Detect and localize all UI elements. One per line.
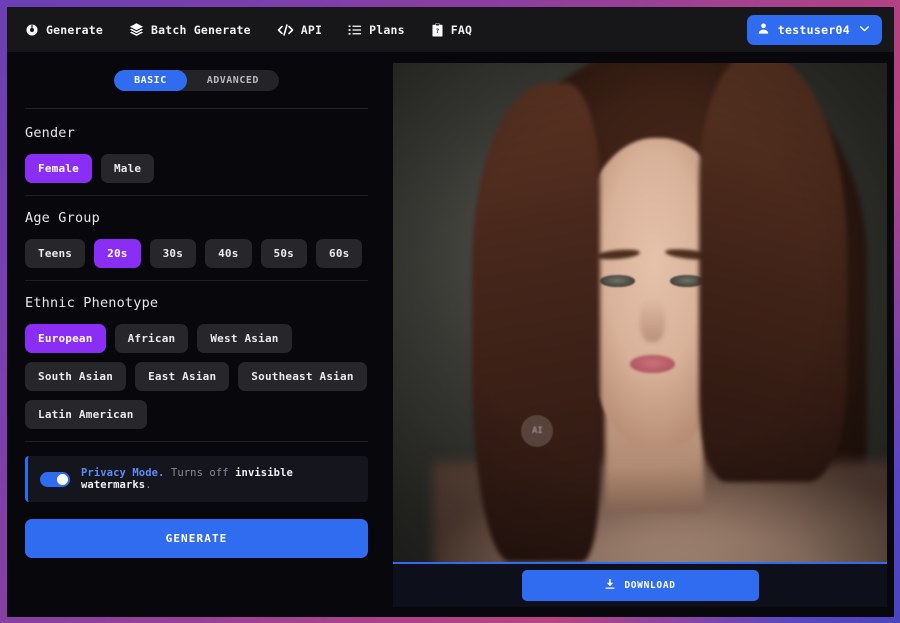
privacy-mode-text-end: . xyxy=(145,479,152,491)
nav-item-generate[interactable]: Generate xyxy=(25,23,103,37)
app-window: Generate Batch Generate API Plans ? FAQ … xyxy=(7,7,894,617)
section-ethnic-phenotype-title: Ethnic Phenotype xyxy=(25,295,159,311)
nav-item-batch-generate-label: Batch Generate xyxy=(151,22,251,37)
app-window-frame: Generate Batch Generate API Plans ? FAQ … xyxy=(0,0,900,623)
user-menu-username: testuser04 xyxy=(777,22,850,37)
section-age-group: Age Group Teens 20s 30s 40s 50s 60s xyxy=(25,210,368,268)
portrait-photo xyxy=(393,63,887,562)
controls-panel: BASIC ADVANCED Gender Female Male Age Gr… xyxy=(7,52,386,617)
nav-item-faq[interactable]: ? FAQ xyxy=(431,22,473,37)
nav-item-generate-label: Generate xyxy=(46,22,103,37)
section-gender-title: Gender xyxy=(25,125,75,141)
mode-tab-group: BASIC ADVANCED xyxy=(114,70,279,91)
code-icon xyxy=(277,23,294,37)
user-menu-button[interactable]: testuser04 xyxy=(746,14,882,45)
user-icon xyxy=(757,22,770,38)
ethnicity-option-east-asian[interactable]: East Asian xyxy=(135,362,230,391)
svg-text:?: ? xyxy=(435,27,439,35)
nav-item-plans-label: Plans xyxy=(369,22,405,37)
preview-card: AI DOWNLOAD xyxy=(393,63,887,607)
privacy-mode-text-muted: Turns off xyxy=(164,467,236,479)
section-age-group-title: Age Group xyxy=(25,210,100,226)
nav-item-faq-label: FAQ xyxy=(450,22,473,37)
age-option-50s[interactable]: 50s xyxy=(260,239,307,268)
section-gender: Gender Female Male xyxy=(25,125,368,183)
mode-tab-bar: BASIC ADVANCED xyxy=(25,70,368,91)
age-option-60s[interactable]: 60s xyxy=(316,239,363,268)
tab-advanced[interactable]: ADVANCED xyxy=(187,70,279,91)
download-bar: DOWNLOAD xyxy=(393,564,887,607)
privacy-mode-banner: Privacy Mode. Turns off invisible waterm… xyxy=(25,456,368,502)
portrait-vignette xyxy=(393,63,887,562)
download-icon xyxy=(604,578,616,593)
preview-panel: AI DOWNLOAD xyxy=(386,52,894,617)
privacy-mode-description: Privacy Mode. Turns off invisible waterm… xyxy=(81,467,356,491)
nav-item-list: Generate Batch Generate API Plans ? FAQ xyxy=(25,22,747,37)
age-option-30s[interactable]: 30s xyxy=(149,239,197,268)
ethnicity-option-european[interactable]: European xyxy=(25,324,106,353)
generated-image[interactable]: AI xyxy=(393,63,887,564)
nav-item-plans[interactable]: Plans xyxy=(348,23,405,37)
tab-basic[interactable]: BASIC xyxy=(114,70,187,91)
ethnicity-option-southeast-asian[interactable]: Southeast Asian xyxy=(238,362,367,391)
gender-option-female[interactable]: Female xyxy=(25,154,92,183)
ethnicity-option-west-asian[interactable]: West Asian xyxy=(197,324,292,353)
main-content: BASIC ADVANCED Gender Female Male Age Gr… xyxy=(7,52,894,617)
section-ethnic-phenotype: Ethnic Phenotype European African West A… xyxy=(25,295,368,429)
generate-button[interactable]: GENERATE xyxy=(25,519,368,558)
age-option-20s[interactable]: 20s xyxy=(94,239,141,268)
list-icon xyxy=(348,23,362,37)
nav-item-batch-generate[interactable]: Batch Generate xyxy=(129,22,251,37)
gender-option-male[interactable]: Male xyxy=(100,154,155,183)
top-navigation-bar: Generate Batch Generate API Plans ? FAQ … xyxy=(7,7,894,52)
clipboard-question-icon: ? xyxy=(431,22,444,37)
age-option-teens[interactable]: Teens xyxy=(25,239,86,268)
privacy-mode-toggle-knob xyxy=(57,473,68,485)
download-button[interactable]: DOWNLOAD xyxy=(521,570,759,601)
layers-icon xyxy=(129,22,144,37)
download-button-label: DOWNLOAD xyxy=(624,580,676,591)
aperture-icon xyxy=(25,23,39,37)
gender-option-group: Female Male xyxy=(25,154,368,183)
panel-divider-top xyxy=(25,108,368,109)
panel-divider-gender xyxy=(25,195,368,196)
privacy-mode-label: Privacy Mode. xyxy=(81,467,165,479)
ethnicity-option-south-asian[interactable]: South Asian xyxy=(25,362,127,391)
nav-item-api-label: API xyxy=(300,22,323,37)
age-option-group: Teens 20s 30s 40s 50s 60s xyxy=(25,239,368,268)
privacy-mode-toggle[interactable] xyxy=(40,471,70,487)
panel-divider-ethnicity xyxy=(25,441,368,442)
nav-item-api[interactable]: API xyxy=(277,23,322,37)
ethnicity-option-african[interactable]: African xyxy=(114,324,189,353)
image-watermark: AI xyxy=(521,414,554,447)
chevron-down-icon xyxy=(858,22,871,38)
age-option-40s[interactable]: 40s xyxy=(205,239,252,268)
ethnicity-option-group-row1: European African West Asian South Asian … xyxy=(25,324,368,429)
panel-divider-age xyxy=(25,280,368,281)
ethnicity-option-latin-american[interactable]: Latin American xyxy=(25,400,147,429)
